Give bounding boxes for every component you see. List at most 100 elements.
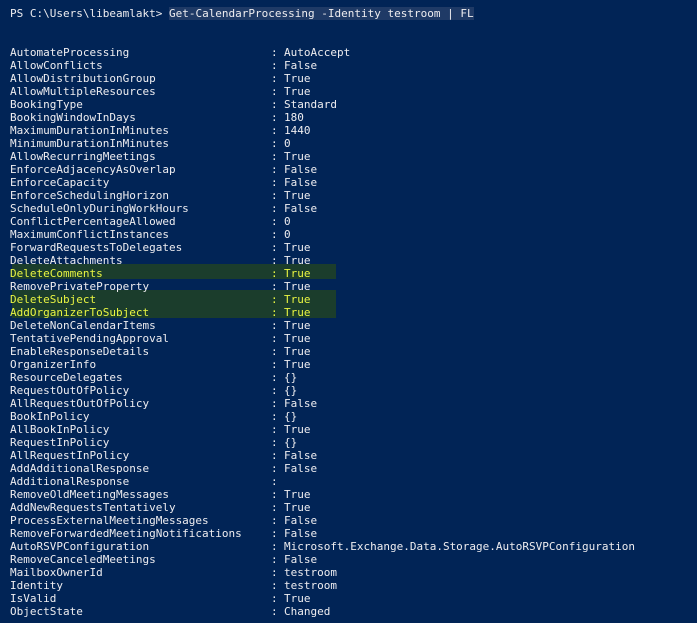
property-name: AutoRSVPConfiguration: [10, 540, 150, 553]
property-row: AllRequestInPolicy: False: [10, 449, 690, 462]
property-value: 0: [284, 137, 291, 150]
property-value: True: [284, 358, 311, 371]
property-value: testroom: [284, 579, 337, 592]
separator-colon: :: [271, 215, 278, 228]
property-name: RemovePrivateProperty: [10, 280, 150, 293]
property-name: EnforceCapacity: [10, 176, 110, 189]
separator-colon: :: [271, 150, 278, 163]
property-name: OrganizerInfo: [10, 358, 97, 371]
property-value: True: [284, 293, 311, 306]
property-value: True: [284, 501, 311, 514]
property-row: AllowDistributionGroup: True: [10, 72, 690, 85]
property-row: ProcessExternalMeetingMessages: False: [10, 514, 690, 527]
prompt-path: PS C:\Users\libeamlakt>: [10, 7, 169, 20]
separator-colon: :: [271, 124, 278, 137]
property-value: Microsoft.Exchange.Data.Storage.AutoRSVP…: [284, 540, 635, 553]
separator-colon: :: [271, 488, 278, 501]
separator-colon: :: [271, 397, 278, 410]
property-name: DeleteComments: [10, 267, 103, 280]
property-row: AllRequestOutOfPolicy: False: [10, 397, 690, 410]
separator-colon: :: [271, 306, 278, 319]
property-name: AllowConflicts: [10, 59, 103, 72]
separator-colon: :: [271, 540, 278, 553]
property-row: ObjectState: Changed: [10, 605, 690, 618]
powershell-window[interactable]: PS C:\Users\libeamlakt> Get-CalendarProc…: [0, 0, 697, 623]
property-value: {}: [284, 384, 298, 397]
property-value: AutoAccept: [284, 46, 351, 59]
property-row: DeleteComments: True: [10, 267, 690, 280]
property-name: AddNewRequestsTentatively: [10, 501, 176, 514]
property-name: AllowDistributionGroup: [10, 72, 156, 85]
prompt-line: PS C:\Users\libeamlakt> Get-CalendarProc…: [10, 7, 474, 20]
command-text[interactable]: Get-CalendarProcessing -Identity testroo…: [168, 7, 474, 20]
property-row: AddNewRequestsTentatively: True: [10, 501, 690, 514]
property-row: AllowConflicts: False: [10, 59, 690, 72]
property-name: BookInPolicy: [10, 410, 90, 423]
property-name: BookingWindowInDays: [10, 111, 136, 124]
property-value: Standard: [284, 98, 337, 111]
property-value: {}: [284, 436, 298, 449]
separator-colon: :: [271, 449, 278, 462]
property-value: False: [284, 59, 318, 72]
property-value: True: [284, 592, 311, 605]
property-name: EnforceSchedulingHorizon: [10, 189, 169, 202]
property-name: TentativePendingApproval: [10, 332, 169, 345]
property-row: MaximumDurationInMinutes:1440: [10, 124, 690, 137]
property-row: AddAdditionalResponse: False: [10, 462, 690, 475]
property-value: 0: [284, 215, 291, 228]
property-value: False: [284, 462, 318, 475]
property-row: MinimumDurationInMinutes:0: [10, 137, 690, 150]
property-row: AllowRecurringMeetings: True: [10, 150, 690, 163]
property-name: ResourceDelegates: [10, 371, 123, 384]
separator-colon: :: [271, 280, 278, 293]
separator-colon: :: [271, 358, 278, 371]
separator-colon: :: [271, 72, 278, 85]
property-value: 1440: [284, 124, 311, 137]
property-row: EnforceAdjacencyAsOverlap: False: [10, 163, 690, 176]
property-row: BookingWindowInDays:180: [10, 111, 690, 124]
property-value: True: [284, 72, 311, 85]
property-name: Identity: [10, 579, 63, 592]
property-row: RemoveForwardedMeetingNotifications: Fals…: [10, 527, 690, 540]
separator-colon: :: [271, 384, 278, 397]
separator-colon: :: [271, 202, 278, 215]
property-value: False: [284, 553, 318, 566]
property-row: ForwardRequestsToDelegates: True: [10, 241, 690, 254]
property-name: DeleteSubject: [10, 293, 97, 306]
separator-colon: :: [271, 345, 278, 358]
separator-colon: :: [271, 267, 278, 280]
property-value: True: [284, 332, 311, 345]
property-row: AdditionalResponse:: [10, 475, 690, 488]
separator-colon: :: [271, 553, 278, 566]
property-name: BookingType: [10, 98, 83, 111]
separator-colon: :: [271, 566, 278, 579]
separator-colon: :: [271, 475, 278, 488]
property-row: RemoveCanceledMeetings: False: [10, 553, 690, 566]
separator-colon: :: [271, 527, 278, 540]
separator-colon: :: [271, 605, 278, 618]
property-value: 0: [284, 228, 291, 241]
separator-colon: :: [271, 319, 278, 332]
separator-colon: :: [271, 98, 278, 111]
property-value: False: [284, 527, 318, 540]
property-value: False: [284, 397, 318, 410]
separator-colon: :: [271, 514, 278, 527]
property-row: OrganizerInfo: True: [10, 358, 690, 371]
property-name: ObjectState: [10, 605, 83, 618]
separator-colon: :: [271, 592, 278, 605]
property-row: AutoRSVPConfiguration: Microsoft.Exchange…: [10, 540, 690, 553]
property-value: Changed: [284, 605, 331, 618]
property-row: DeleteAttachments: True: [10, 254, 690, 267]
property-row: DeleteNonCalendarItems: True: [10, 319, 690, 332]
property-value: True: [284, 423, 311, 436]
property-name: ScheduleOnlyDuringWorkHours: [10, 202, 189, 215]
property-name: MinimumDurationInMinutes: [10, 137, 169, 150]
property-value: False: [284, 163, 318, 176]
property-row: MaximumConflictInstances:0: [10, 228, 690, 241]
separator-colon: :: [271, 254, 278, 267]
property-value: True: [284, 345, 311, 358]
separator-colon: :: [271, 176, 278, 189]
property-row: EnforceSchedulingHorizon: True: [10, 189, 690, 202]
separator-colon: :: [271, 111, 278, 124]
property-value: True: [284, 189, 311, 202]
